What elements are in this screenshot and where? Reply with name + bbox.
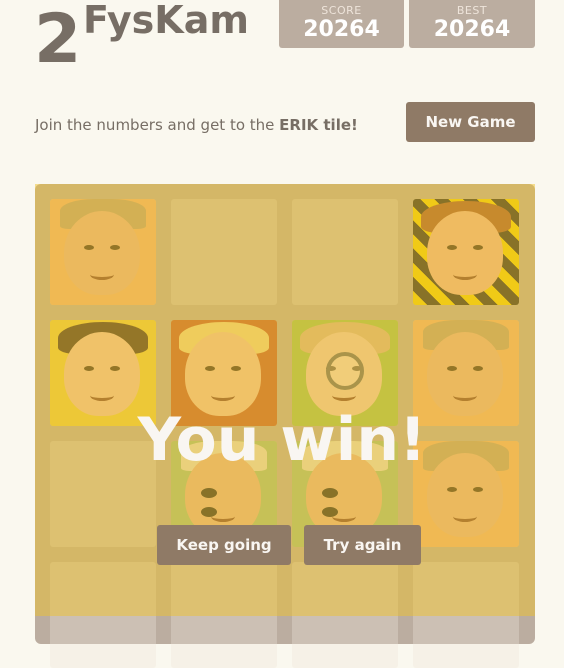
keep-going-button[interactable]: Keep going <box>157 525 291 565</box>
score-label: SCORE <box>321 4 362 17</box>
title-number: 2 <box>34 0 82 79</box>
intro-text: Join the numbers and get to the ERIK til… <box>35 116 358 134</box>
score-value: 20264 <box>303 17 380 42</box>
try-again-button[interactable]: Try again <box>304 525 421 565</box>
title-text: FysKam <box>83 0 249 42</box>
best-label: BEST <box>456 4 488 17</box>
score-box: SCORE 20264 <box>279 0 404 48</box>
intro-highlight: ERIK tile! <box>279 116 358 134</box>
best-value: 20264 <box>433 17 511 42</box>
best-score-box: BEST 20264 <box>409 0 535 48</box>
win-message: You win! <box>137 405 427 475</box>
intro-prefix: Join the numbers and get to the <box>35 116 280 134</box>
new-game-button[interactable]: New Game <box>406 102 535 142</box>
